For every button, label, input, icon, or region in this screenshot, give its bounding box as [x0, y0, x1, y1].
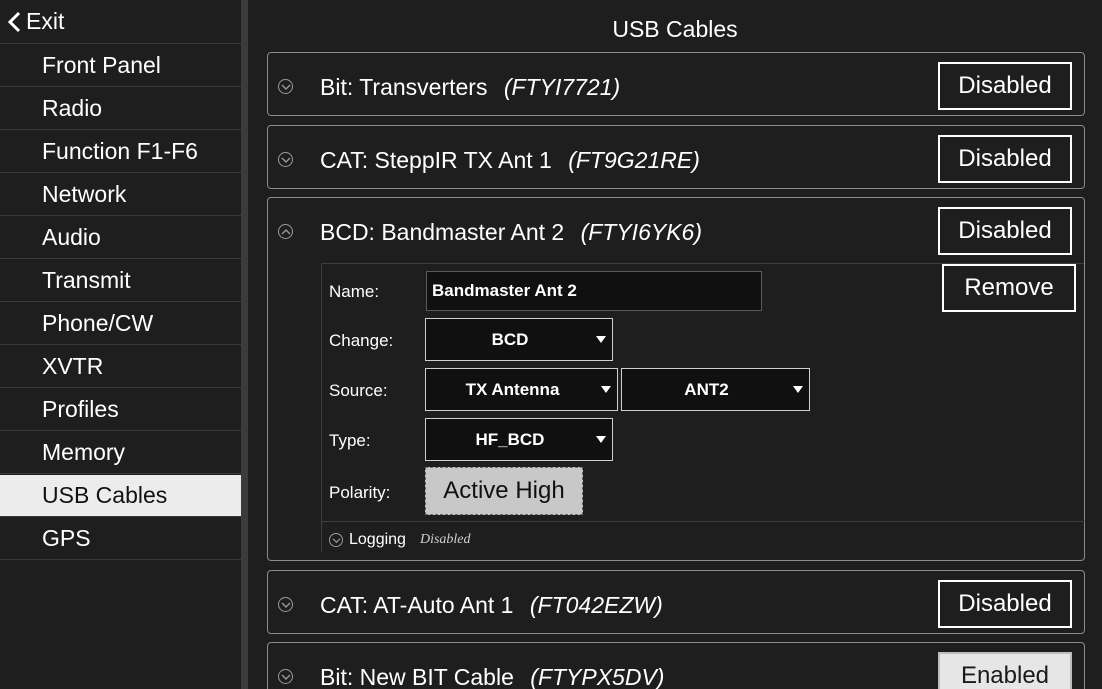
status-toggle-button[interactable]: Disabled	[938, 580, 1072, 628]
sidebar-item-front-panel[interactable]: Front Panel	[0, 45, 241, 87]
cable-serial: (FTYI7721)	[503, 74, 621, 100]
expand-icon[interactable]	[329, 533, 343, 547]
name-label: Name:	[329, 282, 380, 301]
sidebar-item-profiles[interactable]: Profiles	[0, 389, 241, 431]
cable-card-header[interactable]: CAT: SteppIR TX Ant 1 (FT9G21RE) Disable…	[268, 126, 1084, 190]
cable-card-expanded: BCD: Bandmaster Ant 2 (FTYI6YK6) Disable…	[267, 197, 1085, 561]
type-label: Type:	[329, 431, 371, 450]
polarity-label: Polarity:	[329, 483, 391, 502]
sidebar-item-audio[interactable]: Audio	[0, 217, 241, 259]
logging-section-header[interactable]: Logging Disabled	[329, 531, 471, 549]
sidebar: Exit Front Panel Radio Function F1-F6 Ne…	[0, 0, 241, 689]
status-toggle-button[interactable]: Disabled	[938, 207, 1072, 255]
expand-icon[interactable]	[278, 79, 293, 94]
sidebar-item-function[interactable]: Function F1-F6	[0, 131, 241, 173]
cable-card-header[interactable]: Bit: New BIT Cable (FTYPX5DV) Enabled	[268, 643, 1084, 689]
sidebar-item-radio[interactable]: Radio	[0, 88, 241, 130]
chevron-left-icon	[7, 11, 21, 32]
cable-title: Bit: New BIT Cable (FTYPX5DV)	[320, 664, 665, 689]
cable-serial: (FTYPX5DV)	[530, 664, 665, 689]
expand-icon[interactable]	[278, 669, 293, 684]
status-toggle-button[interactable]: Disabled	[938, 62, 1072, 110]
dropdown-arrow-icon	[596, 336, 606, 343]
sidebar-item-memory[interactable]: Memory	[0, 432, 241, 474]
divider	[322, 521, 1085, 522]
dropdown-arrow-icon	[596, 436, 606, 443]
exit-label: Exit	[26, 8, 65, 34]
cable-title: CAT: AT-Auto Ant 1 (FT042EZW)	[320, 592, 663, 618]
cable-serial: (FT042EZW)	[529, 592, 663, 618]
cable-title: Bit: Transverters (FTYI7721)	[320, 74, 621, 100]
cable-serial: (FT9G21RE)	[568, 147, 700, 173]
sidebar-item-transmit[interactable]: Transmit	[0, 260, 241, 302]
sidebar-item-phone-cw[interactable]: Phone/CW	[0, 303, 241, 345]
logging-status: Disabled	[419, 532, 471, 547]
change-label: Change:	[329, 331, 394, 350]
status-toggle-button[interactable]: Enabled	[938, 652, 1072, 689]
status-toggle-button[interactable]: Disabled	[938, 135, 1072, 183]
cable-title: CAT: SteppIR TX Ant 1 (FT9G21RE)	[320, 147, 700, 173]
cable-card: Bit: New BIT Cable (FTYPX5DV) Enabled	[267, 642, 1085, 689]
cable-card-header[interactable]: BCD: Bandmaster Ant 2 (FTYI6YK6) Disable…	[268, 198, 1084, 264]
dropdown-arrow-icon	[793, 386, 803, 393]
collapse-icon[interactable]	[278, 224, 293, 239]
sidebar-divider	[241, 0, 248, 689]
sidebar-item-gps[interactable]: GPS	[0, 518, 241, 560]
cable-card: CAT: AT-Auto Ant 1 (FT042EZW) Disabled	[267, 570, 1085, 634]
sidebar-item-xvtr[interactable]: XVTR	[0, 346, 241, 388]
expand-icon[interactable]	[278, 597, 293, 612]
page-title: USB Cables	[612, 16, 738, 42]
cable-title: BCD: Bandmaster Ant 2 (FTYI6YK6)	[320, 219, 702, 245]
cable-card: Bit: Transverters (FTYI7721) Disabled	[267, 52, 1085, 116]
cable-settings: Name: Bandmaster Ant 2 Change: BCD Sourc…	[321, 263, 1085, 552]
source-label: Source:	[329, 381, 388, 400]
sidebar-item-usb-cables[interactable]: USB Cables	[0, 475, 241, 517]
logging-label: Logging	[349, 531, 406, 548]
polarity-button[interactable]: Active High	[425, 467, 583, 515]
expand-icon[interactable]	[278, 152, 293, 167]
source-select[interactable]: TX Antenna	[425, 368, 618, 411]
exit-button[interactable]: Exit	[0, 0, 241, 44]
cable-card-header[interactable]: CAT: AT-Auto Ant 1 (FT042EZW) Disabled	[268, 571, 1084, 635]
name-input[interactable]: Bandmaster Ant 2	[426, 271, 762, 311]
dropdown-arrow-icon	[601, 386, 611, 393]
change-select[interactable]: BCD	[425, 318, 613, 361]
cable-card-header[interactable]: Bit: Transverters (FTYI7721) Disabled	[268, 53, 1084, 117]
sidebar-item-network[interactable]: Network	[0, 174, 241, 216]
source-port-select[interactable]: ANT2	[621, 368, 810, 411]
type-select[interactable]: HF_BCD	[425, 418, 613, 461]
cable-serial: (FTYI6YK6)	[580, 219, 702, 245]
remove-button[interactable]: Remove	[942, 264, 1076, 312]
cable-card: CAT: SteppIR TX Ant 1 (FT9G21RE) Disable…	[267, 125, 1085, 189]
main-panel: USB Cables Bit: Transverters (FTYI7721) …	[248, 0, 1102, 689]
